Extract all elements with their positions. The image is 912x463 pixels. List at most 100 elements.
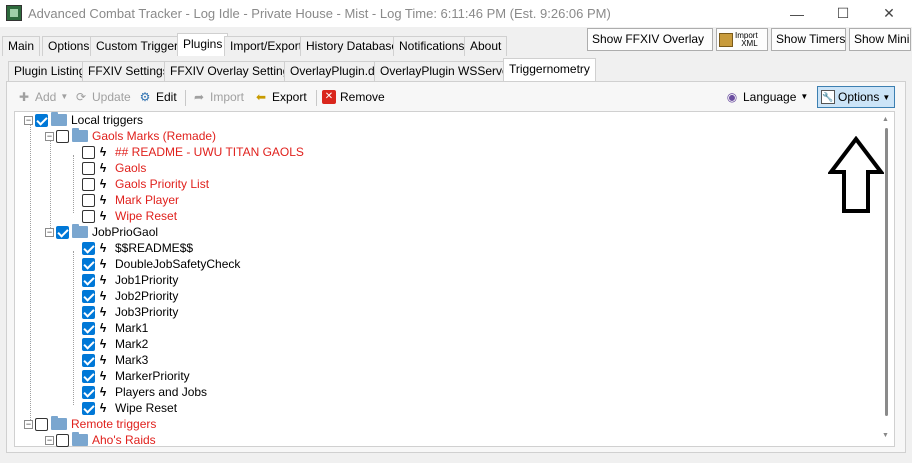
tree-node-trigger[interactable]: ϟ Wipe Reset [82,208,177,224]
tab-history-database[interactable]: History Database [300,36,405,56]
tree-node-label: Players and Jobs [115,385,208,399]
tab-options[interactable]: Options [42,36,96,56]
language-button[interactable]: ◉ Language ▼ [725,88,809,106]
edit-button[interactable]: ⚙ Edit [138,88,177,106]
subtab-triggernometry[interactable]: Triggernometry [503,58,596,81]
show-timers-button[interactable]: Show Timers [771,28,846,51]
tab-import-export[interactable]: Import/Export [224,36,309,56]
tree-node-remote-triggers[interactable]: − Remote triggers [24,416,156,432]
tree-node-trigger[interactable]: ϟ Mark1 [82,320,148,336]
tab-plugins[interactable]: Plugins [177,33,229,56]
scroll-down-icon[interactable]: ▼ [882,432,889,439]
export-button[interactable]: ⬅ Export [254,88,307,106]
subtab-ffxiv-overlay-settings[interactable]: FFXIV Overlay Settings [164,61,302,81]
tree-node-trigger[interactable]: ϟ Job1Priority [82,272,178,288]
tree-node-trigger[interactable]: ϟ Job3Priority [82,304,178,320]
show-mini-button[interactable]: Show Mini [849,28,911,51]
tree-node-trigger[interactable]: ϟ Mark Player [82,192,179,208]
enable-checkbox[interactable] [82,369,95,383]
edit-label: Edit [156,90,177,104]
trigger-bolt-icon: ϟ [99,289,107,303]
collapse-toggle-icon[interactable]: − [45,435,54,445]
enable-checkbox[interactable] [82,193,95,207]
tree-node-label: Mark1 [115,321,149,335]
enable-checkbox[interactable] [82,241,95,255]
collapse-toggle-icon[interactable]: − [24,419,33,429]
tab-custom-triggers[interactable]: Custom Triggers [90,36,191,56]
import-button[interactable]: ➦ Import [192,88,244,106]
enable-checkbox[interactable] [35,113,48,127]
collapse-toggle-icon[interactable]: − [24,115,33,125]
export-label: Export [272,90,307,104]
toolbar: ✚ Add ▼ ⟳ Update ⚙ Edit ➦ Import ⬅ Expor… [13,86,898,108]
tree-node-trigger[interactable]: ϟ MarkerPriority [82,368,190,384]
import-xml-button[interactable]: Import XML [716,28,768,51]
enable-checkbox[interactable] [82,145,95,159]
tree-node-trigger[interactable]: ϟ Players and Jobs [82,384,207,400]
collapse-toggle-icon[interactable]: − [45,227,54,237]
tree-node-label: Remote triggers [71,417,157,431]
tree-node-local-triggers[interactable]: − Local triggers [24,112,143,128]
scroll-up-icon[interactable]: ▲ [882,116,889,123]
tab-main[interactable]: Main [2,36,41,56]
enable-checkbox[interactable] [82,401,95,415]
tree-node-trigger[interactable]: ϟ $$README$$ [82,240,193,256]
tab-about[interactable]: About [464,36,508,56]
enable-checkbox[interactable] [56,225,69,239]
update-button[interactable]: ⟳ Update [74,88,131,106]
tree-node-trigger[interactable]: ϟ Mark2 [82,336,148,352]
enable-checkbox[interactable] [56,129,69,143]
folder-icon [51,112,67,126]
tree-node-trigger[interactable]: ϟ ## README - UWU TITAN GAOLS [82,144,304,160]
trigger-bolt-icon: ϟ [99,401,107,415]
tab-notifications[interactable]: Notifications [393,36,471,56]
enable-checkbox[interactable] [82,337,95,351]
subtab-plugin-listing[interactable]: Plugin Listing [8,61,92,81]
tree-node-label: MarkerPriority [115,369,190,383]
subtab-ffxiv-settings[interactable]: FFXIV Settings [82,61,175,81]
tree-node-trigger[interactable]: ϟ Gaols Priority List [82,176,209,192]
trigger-bolt-icon: ϟ [99,305,107,319]
enable-checkbox[interactable] [82,385,95,399]
collapse-toggle-icon[interactable]: − [45,131,54,141]
maximize-button[interactable]: ☐ [820,0,866,27]
tree-node-trigger[interactable]: ϟ Wipe Reset [82,400,177,416]
minimize-button[interactable]: — [774,0,820,27]
subtab-overlayplugin-dll[interactable]: OverlayPlugin.dll [284,61,387,81]
enable-checkbox[interactable] [35,417,48,431]
tree-node-trigger[interactable]: ϟ DoubleJobSafetyCheck [82,256,240,272]
tree-node-jobprio-folder[interactable]: − JobPrioGaol [45,224,158,240]
import-arrow-icon: ➦ [193,90,205,104]
enable-checkbox[interactable] [82,289,95,303]
tree-node-trigger[interactable]: ϟ Mark3 [82,352,148,368]
remove-button[interactable]: ✕ Remove [322,88,385,106]
tree-node-label: Job3Priority [115,305,179,319]
scrollbar-thumb[interactable] [885,128,888,416]
enable-checkbox[interactable] [82,161,95,175]
enable-checkbox[interactable] [82,209,95,223]
tree-node-trigger[interactable]: ϟ Gaols [82,160,146,176]
enable-checkbox[interactable] [82,305,95,319]
enable-checkbox[interactable] [82,321,95,335]
tree-node-remote-item[interactable]: − Aho's Raids [45,432,156,448]
subtab-overlayplugin-wsserver[interactable]: OverlayPlugin WSServer [374,61,519,81]
enable-checkbox[interactable] [82,257,95,271]
add-button[interactable]: ✚ Add ▼ [17,88,68,106]
trigger-bolt-icon: ϟ [99,193,107,207]
tree-node-label: Mark3 [115,353,149,367]
show-ffxiv-overlay-button[interactable]: Show FFXIV Overlay [587,28,713,51]
tree-node-trigger[interactable]: ϟ Job2Priority [82,288,178,304]
options-button[interactable]: 🔧 Options ▼ [817,86,895,108]
enable-checkbox[interactable] [82,177,95,191]
tree-node-gaols-folder[interactable]: − Gaols Marks (Remade) [45,128,216,144]
enable-checkbox[interactable] [82,353,95,367]
add-label: Add [35,90,57,104]
trigger-bolt-icon: ϟ [99,209,107,223]
import-label: Import [210,90,245,104]
import-xml-label-bottom: XML [741,38,758,48]
close-button[interactable]: ✕ [866,0,912,27]
enable-checkbox[interactable] [82,273,95,287]
enable-checkbox[interactable] [56,433,69,447]
chevron-down-icon: ▼ [60,92,69,101]
update-label: Update [92,90,131,104]
